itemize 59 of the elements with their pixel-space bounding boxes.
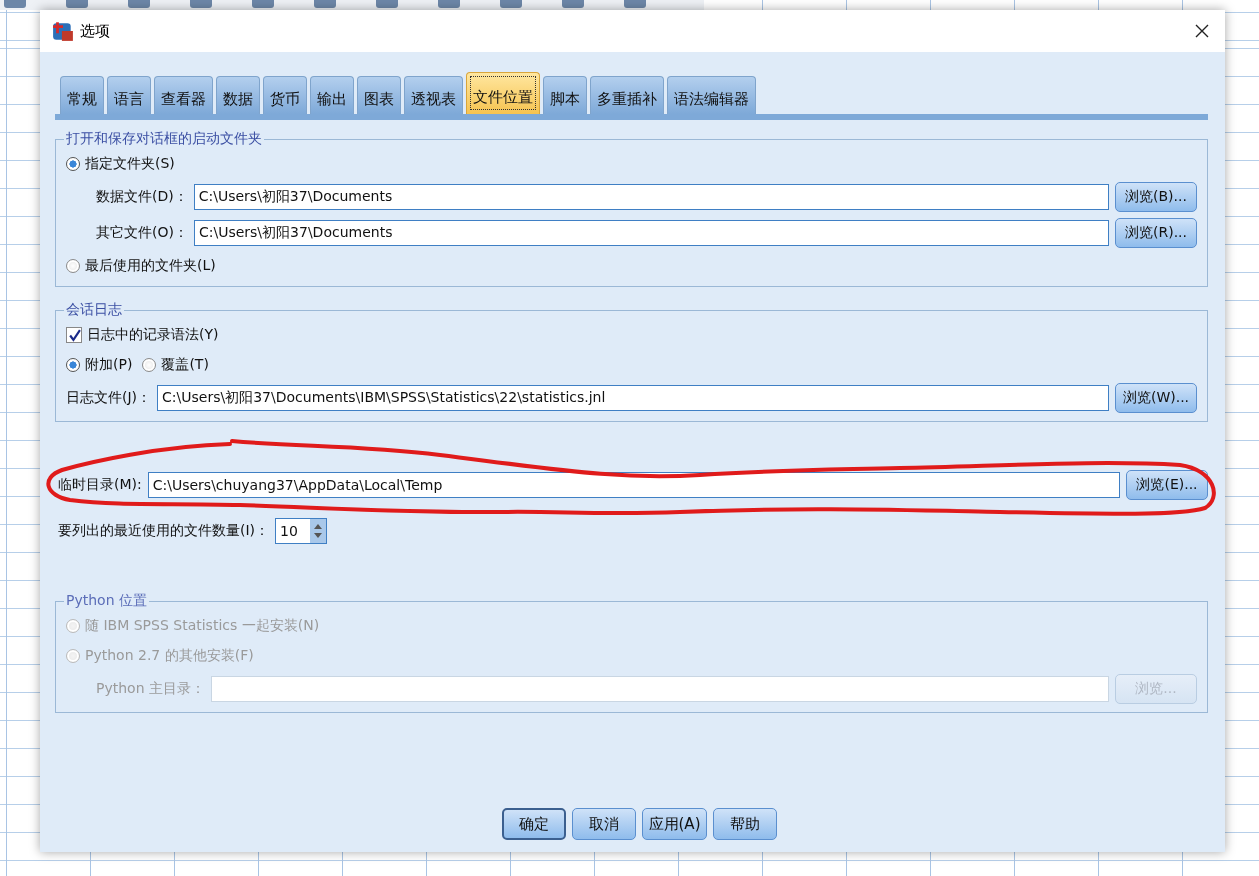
toolbar-icon[interactable] [624, 0, 646, 8]
tab[interactable]: 数据 [216, 76, 260, 114]
dialog-button[interactable]: 应用(A) [641, 808, 708, 840]
radio-button[interactable] [66, 157, 80, 171]
radio-button[interactable] [142, 358, 157, 372]
app-icon [52, 20, 74, 42]
toolbar-icon[interactable] [128, 0, 150, 8]
dialog-button[interactable]: 取消 [571, 808, 636, 840]
tab[interactable]: 货币 [263, 76, 307, 114]
tab[interactable]: 查看器 [154, 76, 213, 114]
toolbar-icon[interactable] [252, 0, 274, 8]
radio-option[interactable]: 附加(P) [66, 356, 133, 374]
checkbox[interactable] [66, 327, 82, 343]
toolbar-icon[interactable] [438, 0, 460, 8]
field-label: 要列出的最近使用的文件数量(I)： [58, 522, 270, 540]
tab[interactable]: 常规 [60, 76, 104, 114]
dialog-button[interactable]: 帮助 [713, 808, 778, 840]
toolbar-icon[interactable] [66, 0, 88, 8]
group-title: 打开和保存对话框的启动文件夹 [65, 130, 263, 148]
path-field[interactable]: C:\Users\初阳37\Documents\IBM\SPSS\Statistics\22\statistics.jnl [157, 385, 1109, 411]
tab[interactable]: 透视表 [404, 76, 463, 114]
path-field[interactable]: C:\Users\chuyang37\AppData\Local\Temp [147, 472, 1120, 498]
radio-label: 覆盖(T) [161, 356, 209, 374]
group-title: 会话日志 [65, 301, 123, 319]
tab[interactable]: 文件位置 [466, 72, 540, 114]
tab[interactable]: 输出 [310, 76, 354, 114]
field-label: 其它文件(O)： [96, 224, 188, 242]
toolbar-icon[interactable] [500, 0, 522, 8]
toolbar-icon[interactable] [4, 0, 26, 8]
path-field[interactable]: C:\Users\初阳37\Documents [193, 184, 1109, 210]
tab[interactable]: 语法编辑器 [667, 76, 756, 114]
field-label: 日志文件(J)： [66, 389, 152, 407]
radio-label: 附加(P) [85, 356, 133, 374]
field-label: 数据文件(D)： [96, 188, 188, 206]
tab[interactable]: 脚本 [543, 76, 587, 114]
radio-option[interactable]: 指定文件夹(S) [66, 155, 175, 173]
tab[interactable]: 语言 [107, 76, 151, 114]
field-label: 临时目录(M): [58, 476, 142, 494]
tab[interactable]: 图表 [357, 76, 401, 114]
field-label: Python 主目录： [96, 680, 205, 698]
radio-button[interactable] [66, 358, 80, 372]
toolbar-icon[interactable] [190, 0, 212, 8]
radio-option[interactable]: 覆盖(T) [142, 356, 209, 374]
number-spinner[interactable]: 10 [275, 518, 328, 544]
browse-button[interactable]: 浏览(R)... [1115, 218, 1197, 248]
tab[interactable]: 多重插补 [590, 76, 664, 114]
toolbar-icon[interactable] [314, 0, 336, 8]
radio-button[interactable] [66, 259, 80, 273]
radio-label: 指定文件夹(S) [85, 155, 175, 173]
window-title: 选项 [80, 21, 110, 41]
browse-button[interactable]: 浏览(W)... [1115, 383, 1197, 413]
browse-button[interactable]: 浏览(E)... [1126, 470, 1208, 500]
dialog-button[interactable]: 确定 [501, 808, 566, 840]
close-icon[interactable] [1195, 24, 1209, 38]
toolbar-icon[interactable] [562, 0, 584, 8]
group-title: Python 位置 [65, 592, 148, 610]
toolbar-icon[interactable] [376, 0, 398, 8]
browse-button[interactable]: 浏览(B)... [1115, 182, 1197, 212]
path-field[interactable]: C:\Users\初阳37\Documents [193, 220, 1109, 246]
